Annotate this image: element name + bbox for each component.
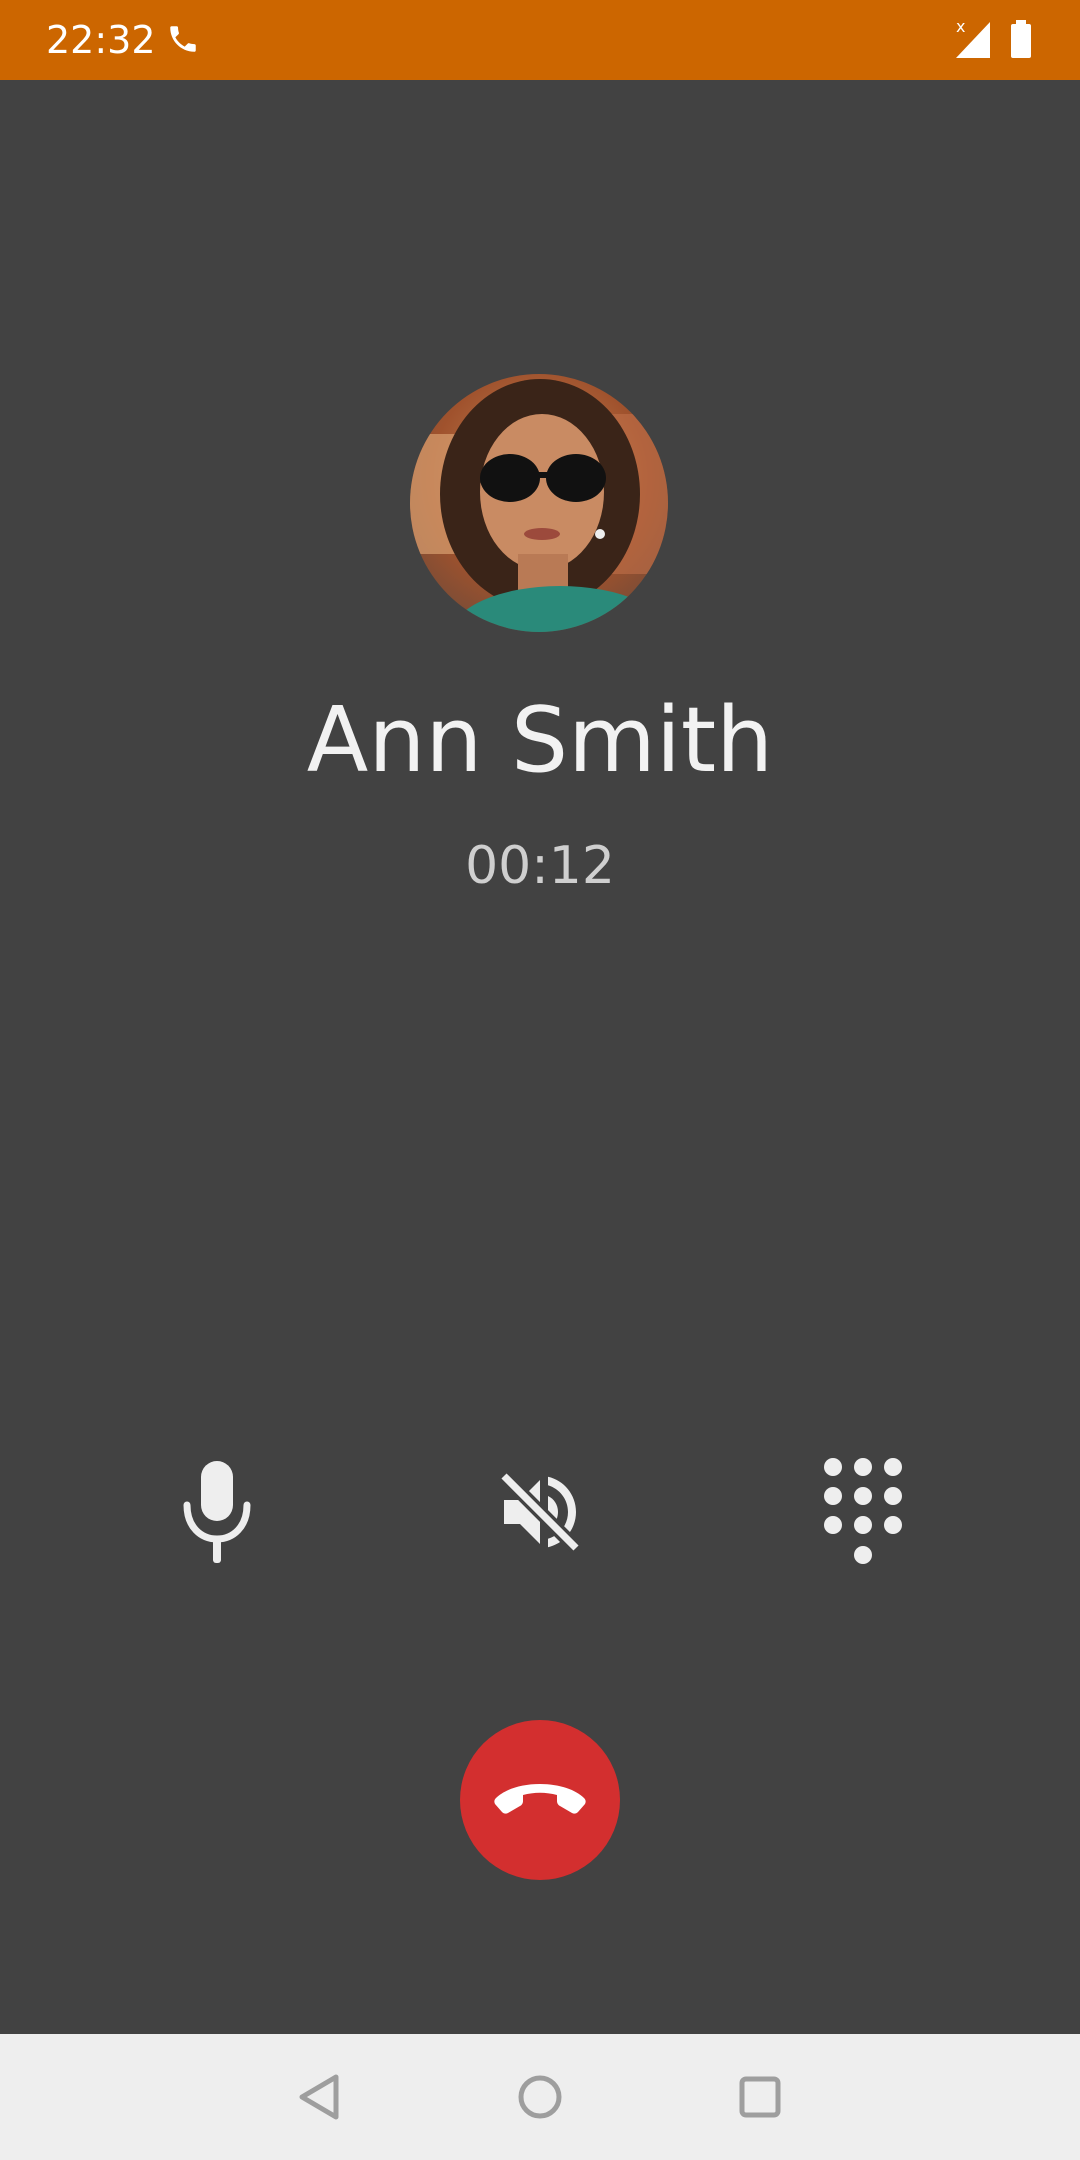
mute-button[interactable] [157,1452,277,1572]
speaker-off-icon [499,1471,581,1553]
end-call-icon [494,1784,586,1814]
end-call-button[interactable] [460,1720,620,1880]
recents-icon [739,2076,781,2118]
back-icon [299,2074,339,2120]
contact-name: Ann Smith [306,688,774,793]
svg-text:x: x [956,18,965,36]
home-button[interactable] [505,2062,575,2132]
signal-icon: x [956,18,990,58]
speaker-button[interactable] [480,1452,600,1572]
contact-photo-icon [410,374,668,632]
contact-avatar [410,374,668,632]
status-bar: 22:32 x [0,0,1080,80]
navigation-bar [0,2034,1080,2160]
status-time: 22:32 [46,18,156,62]
home-icon [518,2075,562,2119]
dialpad-icon [824,1458,902,1564]
call-duration: 00:12 [465,836,615,896]
recents-button[interactable] [725,2062,795,2132]
call-icon [170,26,196,52]
microphone-icon [183,1461,251,1563]
dialpad-button[interactable] [803,1452,923,1572]
call-screen: 22:32 x Ann Smith 00:12 [0,0,1080,2160]
back-button[interactable] [285,2062,355,2132]
battery-icon [1011,20,1031,58]
